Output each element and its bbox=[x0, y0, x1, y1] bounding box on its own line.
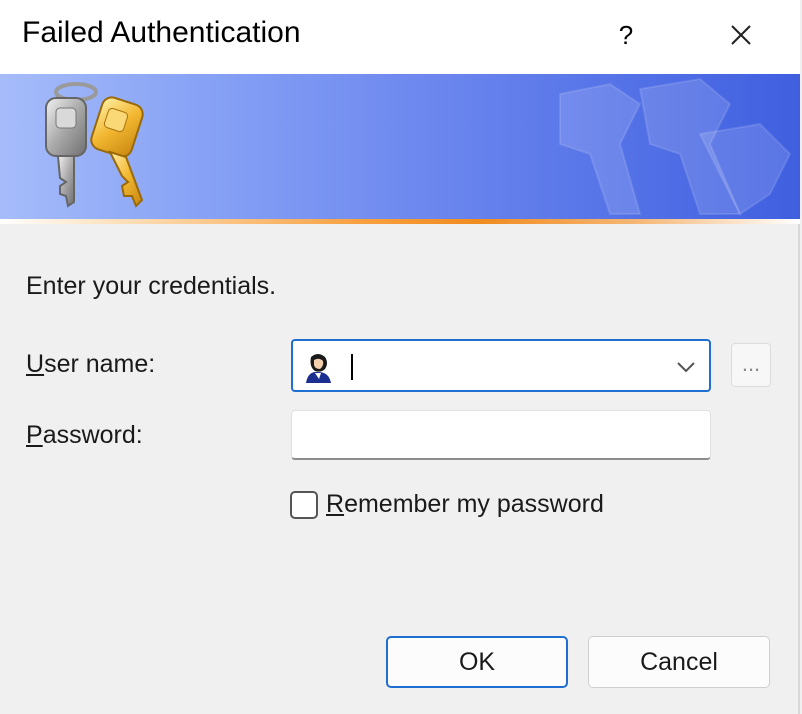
ok-button[interactable]: OK bbox=[386, 636, 568, 688]
dialog-title: Failed Authentication bbox=[22, 16, 301, 49]
username-label: User name: bbox=[26, 350, 155, 379]
password-label: Password: bbox=[26, 421, 143, 450]
close-icon bbox=[731, 25, 751, 45]
chevron-down-icon[interactable] bbox=[675, 357, 697, 377]
remember-label-text: emember my password bbox=[344, 490, 604, 518]
browse-button[interactable]: ... bbox=[731, 343, 771, 387]
remember-password-option[interactable]: Remember my password bbox=[290, 490, 604, 519]
authentication-dialog: Failed Authentication ? Enter your crede… bbox=[0, 0, 800, 714]
password-label-accel: P bbox=[26, 421, 43, 449]
username-label-accel: U bbox=[26, 350, 45, 378]
help-button[interactable]: ? bbox=[600, 10, 652, 60]
cancel-button[interactable]: Cancel bbox=[588, 636, 770, 688]
remember-password-checkbox[interactable] bbox=[290, 490, 318, 519]
banner-accent-line bbox=[0, 219, 800, 224]
instruction-text: Enter your credentials. bbox=[26, 272, 277, 300]
password-label-text: assword: bbox=[42, 421, 143, 449]
remember-label-accel: R bbox=[326, 490, 345, 518]
user-icon bbox=[303, 351, 333, 383]
title-bar: Failed Authentication ? bbox=[0, 0, 800, 74]
text-caret bbox=[351, 354, 353, 380]
close-button[interactable] bbox=[714, 10, 768, 60]
username-combobox[interactable] bbox=[291, 339, 711, 392]
remember-password-label: Remember my password bbox=[326, 490, 604, 519]
keys-icon bbox=[45, 82, 144, 208]
header-banner bbox=[0, 74, 800, 220]
username-label-text: ser name: bbox=[44, 350, 156, 378]
password-field[interactable] bbox=[291, 410, 711, 460]
